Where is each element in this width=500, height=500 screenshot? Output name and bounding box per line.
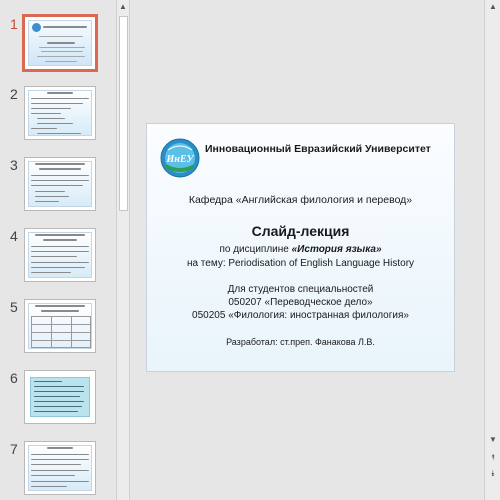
specialty-1: 050207 «Переводческое дело» xyxy=(228,297,373,308)
current-slide[interactable]: ИнЕУ Инновационный Евразийский Университ… xyxy=(146,123,455,372)
slide-number: 3 xyxy=(10,157,18,173)
slide-number: 7 xyxy=(10,441,18,457)
thumbnail-preview[interactable] xyxy=(24,86,96,140)
slide-number: 4 xyxy=(10,228,18,244)
scrollbar-thumb[interactable] xyxy=(119,16,128,211)
slide-number: 1 xyxy=(10,16,18,32)
previous-slide-icon[interactable]: ⯭ xyxy=(486,451,500,465)
thumbnail-preview[interactable] xyxy=(24,370,96,424)
editor-scrollbar[interactable]: ▲ ▼ ⯭ ⯯ xyxy=(484,0,500,500)
logo-text: ИнЕУ xyxy=(166,154,195,165)
next-slide-icon[interactable]: ⯯ xyxy=(486,467,500,481)
department-name: Кафедра «Английская филология и перевод» xyxy=(188,194,413,206)
slide-thumbnail-4[interactable]: 4 xyxy=(0,228,116,288)
slide-thumbnail-pane: 1 2 3 4 5 6 7 xyxy=(0,0,116,500)
slide-thumbnail-6[interactable]: 6 xyxy=(0,370,116,430)
slide-editor-area: ИнЕУ Инновационный Евразийский Университ… xyxy=(130,0,484,500)
scroll-up-arrow-icon[interactable]: ▲ xyxy=(117,0,129,14)
thumbnail-preview[interactable] xyxy=(24,157,96,211)
slide-number: 6 xyxy=(10,370,18,386)
slide-title: Слайд-лекция xyxy=(251,223,350,239)
author-line: Разработал: ст.преп. Фанакова Л.В. xyxy=(226,337,375,347)
discipline-line: по дисциплине «История языка» xyxy=(147,244,454,255)
slide-thumbnail-2[interactable]: 2 xyxy=(0,86,116,146)
university-logo: ИнЕУ xyxy=(160,138,200,178)
thumbnail-scrollbar[interactable]: ▲ xyxy=(116,0,130,500)
slide-number: 5 xyxy=(10,299,18,315)
scroll-down-arrow-icon[interactable]: ▼ xyxy=(486,433,500,447)
thumbnail-preview[interactable] xyxy=(24,299,96,353)
discipline-name: «История языка» xyxy=(291,244,382,255)
thumbnail-preview[interactable] xyxy=(24,441,96,495)
slide-thumbnail-5[interactable]: 5 xyxy=(0,299,116,359)
discipline-prefix: по дисциплине xyxy=(219,244,292,255)
scroll-up-arrow-icon[interactable]: ▲ xyxy=(486,0,500,14)
slide-thumbnail-1[interactable]: 1 xyxy=(0,14,116,76)
specialty-2: 050205 «Филология: иностранная филология… xyxy=(192,310,409,321)
slide-number: 2 xyxy=(10,86,18,102)
university-name: Инновационный Евразийский Университет xyxy=(205,143,431,155)
slide-thumbnail-7[interactable]: 7 xyxy=(0,441,116,500)
thumbnail-preview[interactable] xyxy=(22,14,98,72)
slide-thumbnail-3[interactable]: 3 xyxy=(0,157,116,217)
thumbnail-preview[interactable] xyxy=(24,228,96,282)
students-line: Для студентов специальностей xyxy=(227,284,374,295)
topic-line: на тему: Periodisation of English Langua… xyxy=(186,258,415,269)
